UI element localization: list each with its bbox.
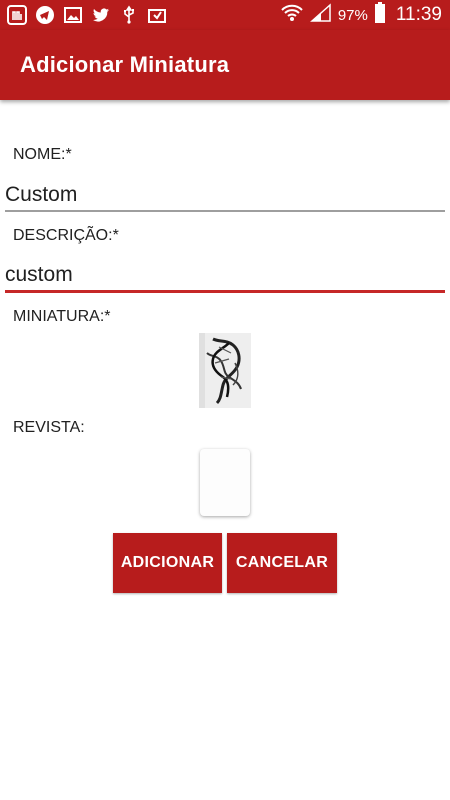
system-status: 97% 11:39: [280, 0, 442, 30]
telegram-icon: [34, 4, 56, 26]
nome-input[interactable]: [5, 178, 445, 212]
nome-underline: [5, 210, 445, 212]
miniatura-label: MINIATURA:*: [13, 308, 111, 325]
status-bar: 97% 11:39: [0, 0, 450, 30]
signal-icon: [309, 2, 332, 28]
download-icon: [146, 4, 168, 26]
gallery-icon: [62, 4, 84, 26]
descricao-label: DESCRIÇÃO:*: [13, 227, 119, 244]
add-button[interactable]: ADICIONAR: [113, 533, 222, 593]
descricao-underline: [5, 290, 445, 293]
clock: 11:39: [395, 4, 442, 25]
revista-selector[interactable]: [200, 449, 250, 516]
wifi-icon: [280, 3, 304, 28]
app-icon: [6, 4, 28, 26]
twitter-icon: [90, 4, 112, 26]
cancel-button[interactable]: CANCELAR: [227, 533, 337, 593]
app-bar: Adicionar Miniatura: [0, 30, 450, 100]
notification-icons: [6, 4, 168, 26]
page-title: Adicionar Miniatura: [20, 52, 230, 77]
nome-label: NOME:*: [13, 146, 72, 163]
battery-percent: 97%: [337, 6, 368, 24]
miniatura-thumbnail[interactable]: [199, 333, 251, 408]
revista-label: REVISTA:: [13, 419, 85, 436]
descricao-input[interactable]: [5, 258, 445, 292]
usb-icon: [118, 4, 140, 26]
battery-icon: [374, 1, 386, 29]
